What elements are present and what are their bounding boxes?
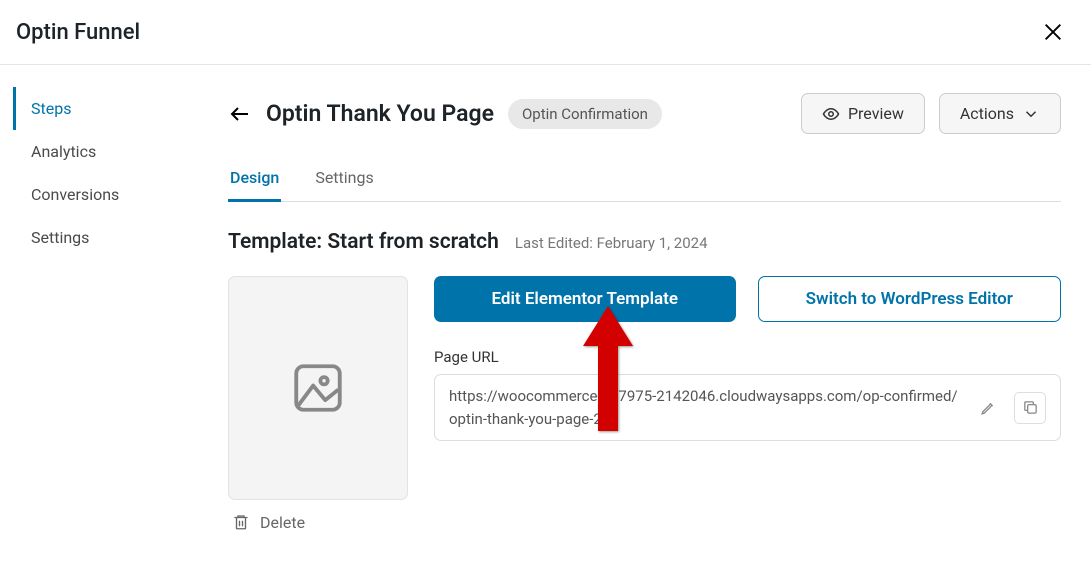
delete-label: Delete — [260, 513, 305, 532]
edit-url-button[interactable] — [972, 392, 1004, 424]
eye-icon — [822, 105, 840, 123]
copy-url-button[interactable] — [1014, 392, 1046, 424]
close-icon — [1042, 21, 1064, 43]
pencil-icon — [980, 399, 997, 416]
editor-column: Edit Elementor Template Switch to WordPr… — [434, 276, 1061, 534]
template-title: Template: Start from scratch — [228, 230, 499, 254]
sidebar-item-analytics[interactable]: Analytics — [3, 130, 180, 173]
template-thumbnail[interactable] — [228, 276, 408, 500]
image-placeholder-icon — [289, 359, 347, 417]
page-header: Optin Thank You Page Optin Confirmation … — [228, 93, 1061, 134]
tab-settings[interactable]: Settings — [313, 158, 375, 201]
tabs: Design Settings — [228, 158, 1061, 202]
page-url-label: Page URL — [434, 348, 1061, 366]
actions-label: Actions — [960, 104, 1014, 123]
preview-button[interactable]: Preview — [801, 93, 925, 134]
preview-label: Preview — [848, 104, 904, 123]
template-last-edited: Last Edited: February 1, 2024 — [515, 234, 708, 252]
modal-title: Optin Funnel — [16, 20, 140, 45]
template-header: Template: Start from scratch Last Edited… — [228, 230, 1061, 254]
sidebar-item-settings[interactable]: Settings — [3, 216, 180, 259]
back-button[interactable] — [228, 102, 252, 126]
template-content-row: Delete Edit Elementor Template Switch to… — [228, 276, 1061, 534]
thumbnail-column: Delete — [228, 276, 408, 534]
page-url-box: https://woocommerce-547975-2142046.cloud… — [434, 374, 1061, 441]
edit-elementor-button[interactable]: Edit Elementor Template — [434, 276, 736, 322]
page-header-right: Preview Actions — [801, 93, 1061, 134]
main-content: Optin Thank You Page Optin Confirmation … — [180, 65, 1091, 534]
tab-design[interactable]: Design — [228, 158, 281, 201]
modal-body: Steps Analytics Conversions Settings Opt… — [0, 65, 1091, 534]
page-header-left: Optin Thank You Page Optin Confirmation — [228, 99, 662, 129]
page-title: Optin Thank You Page — [266, 100, 494, 127]
arrow-left-icon — [228, 102, 252, 126]
sidebar-item-steps[interactable]: Steps — [3, 87, 180, 130]
modal-header: Optin Funnel — [0, 0, 1091, 65]
sidebar-item-conversions[interactable]: Conversions — [3, 173, 180, 216]
page-badge: Optin Confirmation — [508, 99, 662, 129]
actions-button[interactable]: Actions — [939, 93, 1061, 134]
trash-icon — [232, 512, 250, 532]
close-button[interactable] — [1039, 18, 1067, 46]
switch-editor-button[interactable]: Switch to WordPress Editor — [758, 276, 1062, 322]
chevron-down-icon — [1022, 105, 1040, 123]
copy-icon — [1022, 399, 1039, 416]
editor-buttons: Edit Elementor Template Switch to WordPr… — [434, 276, 1061, 322]
sidebar: Steps Analytics Conversions Settings — [0, 65, 180, 534]
delete-button[interactable]: Delete — [228, 510, 408, 534]
page-url-value: https://woocommerce-547975-2142046.cloud… — [449, 385, 962, 430]
